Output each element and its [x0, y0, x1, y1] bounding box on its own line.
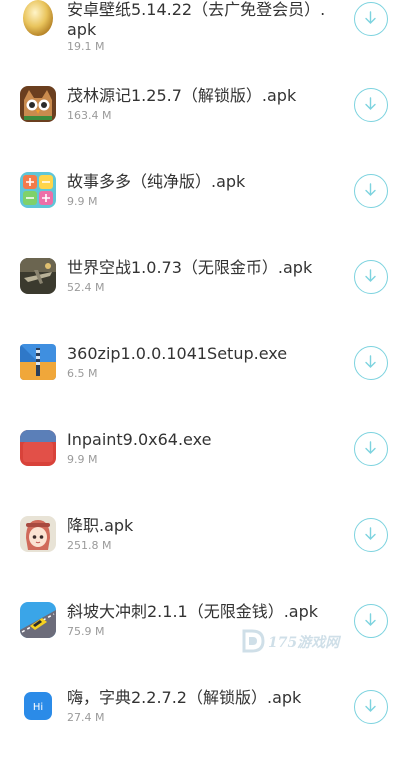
- download-button[interactable]: [354, 690, 388, 724]
- download-icon: [365, 527, 376, 540]
- plane-app-icon: [20, 258, 56, 294]
- file-size: 6.5 M: [67, 367, 98, 380]
- list-item[interactable]: 世界空战1.0.73（无限金币）.apk 52.4 M: [0, 254, 407, 340]
- file-size: 19.1 M: [67, 40, 105, 53]
- file-name: 安卓壁纸5.14.22（去广免登会员）.apk: [67, 0, 326, 39]
- story-app-icon: [20, 172, 56, 208]
- download-icon: [365, 355, 376, 368]
- file-name: 360zip1.0.0.1041Setup.exe: [67, 344, 288, 363]
- download-icon: [365, 613, 376, 626]
- dictionary-app-icon: Hi: [20, 688, 56, 724]
- zip-app-icon: [20, 344, 56, 380]
- download-button[interactable]: [354, 88, 388, 122]
- file-size: 9.9 M: [67, 453, 98, 466]
- file-name: 斜坡大冲刺2.1.1（无限金钱）.apk: [67, 602, 319, 621]
- file-name: 世界空战1.0.73（无限金币）.apk: [67, 258, 313, 277]
- download-icon: [365, 11, 376, 24]
- download-icon: [365, 441, 376, 454]
- download-icon: [365, 699, 376, 712]
- download-button[interactable]: [354, 346, 388, 380]
- list-item[interactable]: Hi 嗨，字典2.2.7.2（解锁版）.apk 27.4 M: [0, 684, 407, 770]
- owl-app-icon: [20, 86, 56, 122]
- anime-girl-app-icon: [20, 516, 56, 552]
- download-icon: [365, 183, 376, 196]
- download-button[interactable]: [354, 260, 388, 294]
- list-item[interactable]: 安卓壁纸5.14.22（去广免登会员）.apk 19.1 M: [0, 0, 407, 82]
- d-logo-icon: [242, 629, 265, 653]
- inpaint-app-icon: [20, 430, 56, 466]
- file-size: 9.9 M: [67, 195, 98, 208]
- file-name: 降职.apk: [67, 516, 134, 535]
- file-size: 75.9 M: [67, 625, 105, 638]
- watermark-text: 175游戏网: [268, 635, 340, 651]
- file-name: 嗨，字典2.2.7.2（解锁版）.apk: [67, 688, 302, 707]
- file-name: Inpaint9.0x64.exe: [67, 430, 212, 449]
- file-size: 163.4 M: [67, 109, 112, 122]
- file-name: 茂林源记1.25.7（解锁版）.apk: [67, 86, 297, 105]
- file-size: 52.4 M: [67, 281, 105, 294]
- download-button[interactable]: [354, 2, 388, 36]
- list-item[interactable]: 茂林源记1.25.7（解锁版）.apk 163.4 M: [0, 82, 407, 168]
- list-item[interactable]: 360zip1.0.0.1041Setup.exe 6.5 M: [0, 340, 407, 426]
- download-button[interactable]: [354, 174, 388, 208]
- list-item[interactable]: Inpaint9.0x64.exe 9.9 M: [0, 426, 407, 512]
- download-icon: [365, 269, 376, 282]
- svg-text:Hi: Hi: [33, 702, 43, 713]
- download-button[interactable]: [354, 518, 388, 552]
- car-app-icon: [20, 602, 56, 638]
- list-item[interactable]: 降职.apk 251.8 M: [0, 512, 407, 598]
- file-size: 251.8 M: [67, 539, 112, 552]
- file-size: 27.4 M: [67, 711, 105, 724]
- file-name: 故事多多（纯净版）.apk: [67, 172, 246, 191]
- watermark: 175游戏网: [240, 628, 360, 656]
- download-icon: [365, 97, 376, 110]
- egg-app-icon: [21, 0, 55, 36]
- list-item[interactable]: 故事多多（纯净版）.apk 9.9 M: [0, 168, 407, 254]
- download-button[interactable]: [354, 432, 388, 466]
